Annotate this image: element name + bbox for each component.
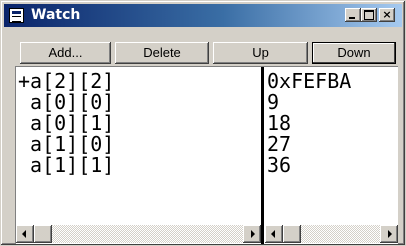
close-icon: ×	[382, 8, 392, 21]
watch-value[interactable]: 9	[267, 92, 279, 112]
name-pane-scrollbar[interactable]	[16, 225, 261, 243]
watch-name[interactable]: a[0][1]	[18, 113, 114, 133]
watch-value[interactable]: 18	[267, 113, 291, 133]
watch-panes: +a[2][2] a[0][0] a[0][1] a[1][0] a[1][1]…	[15, 66, 398, 244]
watch-value[interactable]: 27	[267, 134, 291, 154]
name-pane[interactable]: +a[2][2] a[0][0] a[0][1] a[1][0] a[1][1]	[16, 67, 261, 232]
title-bar[interactable]: Watch ×	[4, 4, 402, 27]
add-button[interactable]: Add...	[20, 42, 111, 64]
scroll-thumb[interactable]	[34, 225, 52, 243]
value-pane-scrollbar[interactable]	[265, 225, 398, 243]
delete-button[interactable]: Delete	[115, 42, 209, 64]
watch-name[interactable]: a[1][1]	[18, 155, 114, 175]
watch-name[interactable]: a[1][0]	[18, 134, 114, 154]
scroll-thumb[interactable]	[283, 225, 301, 243]
arrow-left-icon	[271, 230, 275, 238]
arrow-left-icon	[22, 230, 26, 238]
value-pane[interactable]: 0xFEFBA 9 18 27 36	[265, 67, 398, 232]
close-button[interactable]: ×	[379, 8, 395, 22]
watch-value[interactable]: 0xFEFBA	[267, 71, 351, 91]
minimize-icon	[349, 17, 355, 19]
minimize-button[interactable]	[345, 8, 361, 22]
scroll-left-button[interactable]	[265, 225, 283, 243]
watch-name[interactable]: a[0][0]	[18, 92, 114, 112]
pane-splitter[interactable]	[261, 67, 264, 244]
maximize-button[interactable]	[361, 8, 377, 22]
scroll-right-button[interactable]	[380, 225, 398, 243]
watch-window: Watch × Add... Delete Up Down +a[2][2] a…	[0, 0, 406, 246]
maximize-icon	[364, 10, 374, 20]
window-title: Watch	[31, 7, 81, 23]
watch-toolbar: Add... Delete Up Down	[4, 29, 402, 64]
watch-value[interactable]: 36	[267, 155, 291, 175]
up-button[interactable]: Up	[213, 42, 308, 64]
window-icon[interactable]	[9, 8, 24, 23]
arrow-right-icon	[251, 230, 255, 238]
scroll-right-button[interactable]	[243, 225, 261, 243]
arrow-right-icon	[388, 230, 392, 238]
watch-name[interactable]: +a[2][2]	[18, 71, 114, 91]
scroll-left-button[interactable]	[16, 225, 34, 243]
down-button[interactable]: Down	[312, 42, 396, 64]
